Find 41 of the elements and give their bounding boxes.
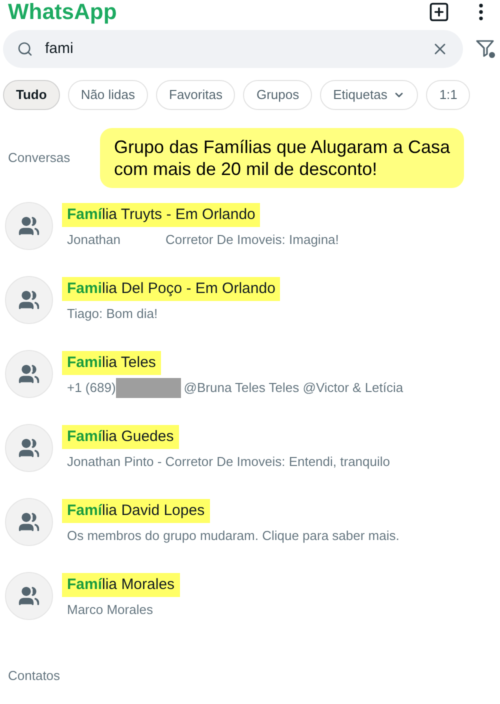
section-heading: Contatos <box>8 668 60 683</box>
app-title: WhatsApp <box>8 1 117 23</box>
message-preview: Marco Morales <box>67 600 153 619</box>
message-preview: Jonathan Pinto - Corretor De Imoveis: Entendi, tranquilo <box>67 452 390 471</box>
chat-item[interactable]: Família Guedes Jonathan Pinto - Corretor De Imoveis: Entendi, tranquilo <box>0 424 500 472</box>
redaction-block <box>116 378 181 398</box>
message-preview: Jonathan <box>67 230 120 249</box>
filter-chip[interactable]: 1:1 <box>426 80 470 110</box>
group-icon <box>18 363 40 385</box>
message-preview: Tiago: Bom dia! <box>67 304 158 323</box>
chat-name: Família Truyts - Em Orlando <box>62 202 260 226</box>
group-icon <box>18 585 40 607</box>
callout-note: Grupo das Famílias que Alugaram a Casa com mais de 20 mil de desconto! <box>100 128 464 188</box>
message-preview: Os membros do grupo mudaram. Clique para saber mais. <box>67 526 400 545</box>
message-preview: @Bruna Teles Teles @Victor & Letícia <box>184 378 404 397</box>
group-icon <box>18 215 40 237</box>
chat-name: Família Guedes <box>62 424 179 448</box>
filter-icon[interactable] <box>475 38 497 60</box>
chat-item[interactable]: Família David Lopes Os membros do grupo mudaram. Clique para saber mais. <box>0 498 500 546</box>
filter-chip[interactable]: Tudo <box>3 80 60 110</box>
chat-item[interactable]: Família Truyts - Em Orlando Jonathan Corretor De Imoveis: Imagina! <box>0 202 500 250</box>
filter-chip[interactable]: Favoritas <box>156 80 236 110</box>
filter-chip[interactable]: Grupos <box>243 80 312 110</box>
search-icon <box>17 41 33 57</box>
filter-chip[interactable]: Não lidas <box>68 80 148 110</box>
message-preview: Corretor De Imoveis: Imagina! <box>166 230 339 249</box>
group-icon <box>18 289 40 311</box>
chat-item[interactable]: Familia Del Poço - Em Orlando Tiago: Bom dia! <box>0 276 500 324</box>
chat-item[interactable]: Familia Teles +1 (689) @Bruna Teles Teles @Victor & Letícia <box>0 350 500 398</box>
filter-chip[interactable]: Etiquetas <box>320 80 418 110</box>
chat-name: Família David Lopes <box>62 498 210 522</box>
new-chat-icon[interactable] <box>428 1 450 23</box>
section-heading: Conversas <box>8 150 70 165</box>
message-preview: +1 (689) <box>67 378 116 397</box>
group-icon <box>18 437 40 459</box>
chat-name: Família Morales <box>62 572 180 596</box>
group-icon <box>18 511 40 533</box>
search-field[interactable]: fami <box>3 30 463 68</box>
chat-name: Familia Teles <box>62 350 161 374</box>
chat-name: Familia Del Poço - Em Orlando <box>62 276 280 300</box>
chat-item[interactable]: Família Morales Marco Morales <box>0 572 500 620</box>
